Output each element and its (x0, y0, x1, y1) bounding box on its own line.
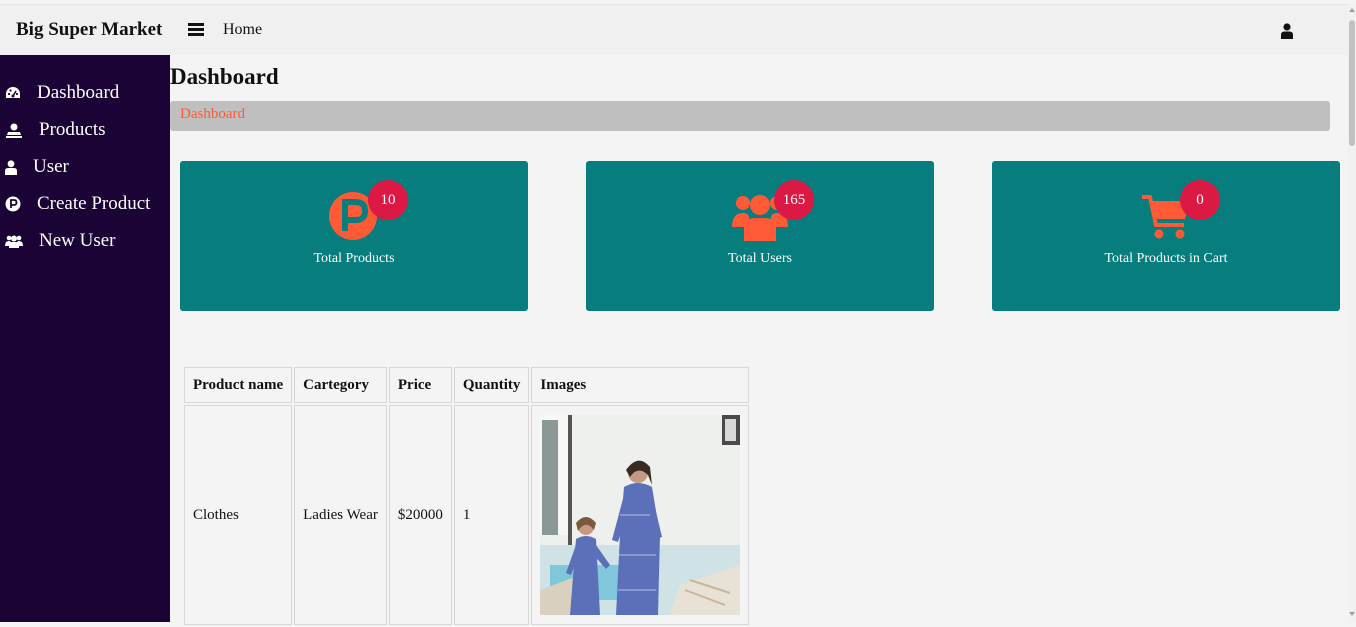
sidebar-item-label: Products (39, 119, 106, 140)
column-header: Images (531, 367, 750, 403)
brand-title[interactable]: Big Super Market (16, 19, 162, 41)
scroll-down-arrow-icon[interactable] (1349, 612, 1355, 616)
table-row: Clothes Ladies Wear $20000 1 (184, 405, 750, 625)
table-header-row: Product name Cartegory Price Quantity Im… (184, 367, 750, 403)
products-table: Product name Cartegory Price Quantity Im… (182, 365, 751, 627)
sidebar-item-dashboard[interactable]: Dashboard (0, 78, 170, 108)
breadcrumb: Dashboard (170, 101, 1330, 131)
column-header: Quantity (453, 367, 530, 403)
total-cart-card[interactable]: 0 Total Products in Cart (992, 161, 1340, 311)
column-header: Product name (184, 367, 293, 403)
column-header: Cartegory (294, 367, 387, 403)
home-link[interactable]: Home (223, 21, 262, 39)
users-icon (5, 233, 23, 249)
scrollbar-thumb[interactable] (1349, 20, 1355, 146)
products-count-badge: 10 (368, 180, 408, 220)
sidebar-item-products[interactable]: Products (0, 115, 170, 145)
price-cell: $20000 (388, 405, 452, 625)
page-scrollbar[interactable] (1348, 4, 1356, 622)
tachometer-icon (5, 85, 21, 101)
sidebar-item-new-user[interactable]: New User (0, 226, 170, 256)
sidebar: Dashboard Products User Create Product N… (0, 55, 170, 622)
category-cell: Ladies Wear (294, 405, 387, 625)
product-photo (540, 415, 741, 615)
user-icon (5, 159, 17, 175)
cart-count-badge: 0 (1180, 180, 1220, 220)
product-p-icon (5, 196, 21, 212)
total-products-card[interactable]: 10 Total Products (180, 161, 528, 311)
sidebar-item-label: New User (39, 230, 116, 251)
quantity-cell: 1 (453, 405, 530, 625)
sidebar-item-label: Dashboard (37, 82, 120, 103)
sidebar-item-label: User (33, 156, 69, 177)
top-navbar: Big Super Market Home (0, 4, 1348, 55)
total-users-card[interactable]: 165 Total Users (586, 161, 934, 311)
users-count-badge: 165 (774, 180, 814, 220)
sidebar-item-label: Create Product (37, 193, 151, 214)
product-name-cell: Clothes (184, 405, 293, 625)
card-label: Total Users (728, 251, 792, 266)
hamburger-icon[interactable] (188, 23, 204, 37)
sidebar-item-user[interactable]: User (0, 152, 170, 182)
card-label: Total Products (313, 251, 395, 266)
image-cell (531, 405, 750, 625)
breadcrumb-item-dashboard[interactable]: Dashboard (180, 106, 245, 123)
product-box-icon (5, 122, 23, 138)
card-label: Total Products in Cart (1104, 251, 1228, 266)
sidebar-item-create-product[interactable]: Create Product (0, 189, 170, 219)
column-header: Price (388, 367, 452, 403)
user-icon[interactable] (1280, 23, 1294, 39)
page-title: Dashboard (170, 64, 279, 89)
scroll-up-arrow-icon[interactable] (1349, 8, 1355, 12)
